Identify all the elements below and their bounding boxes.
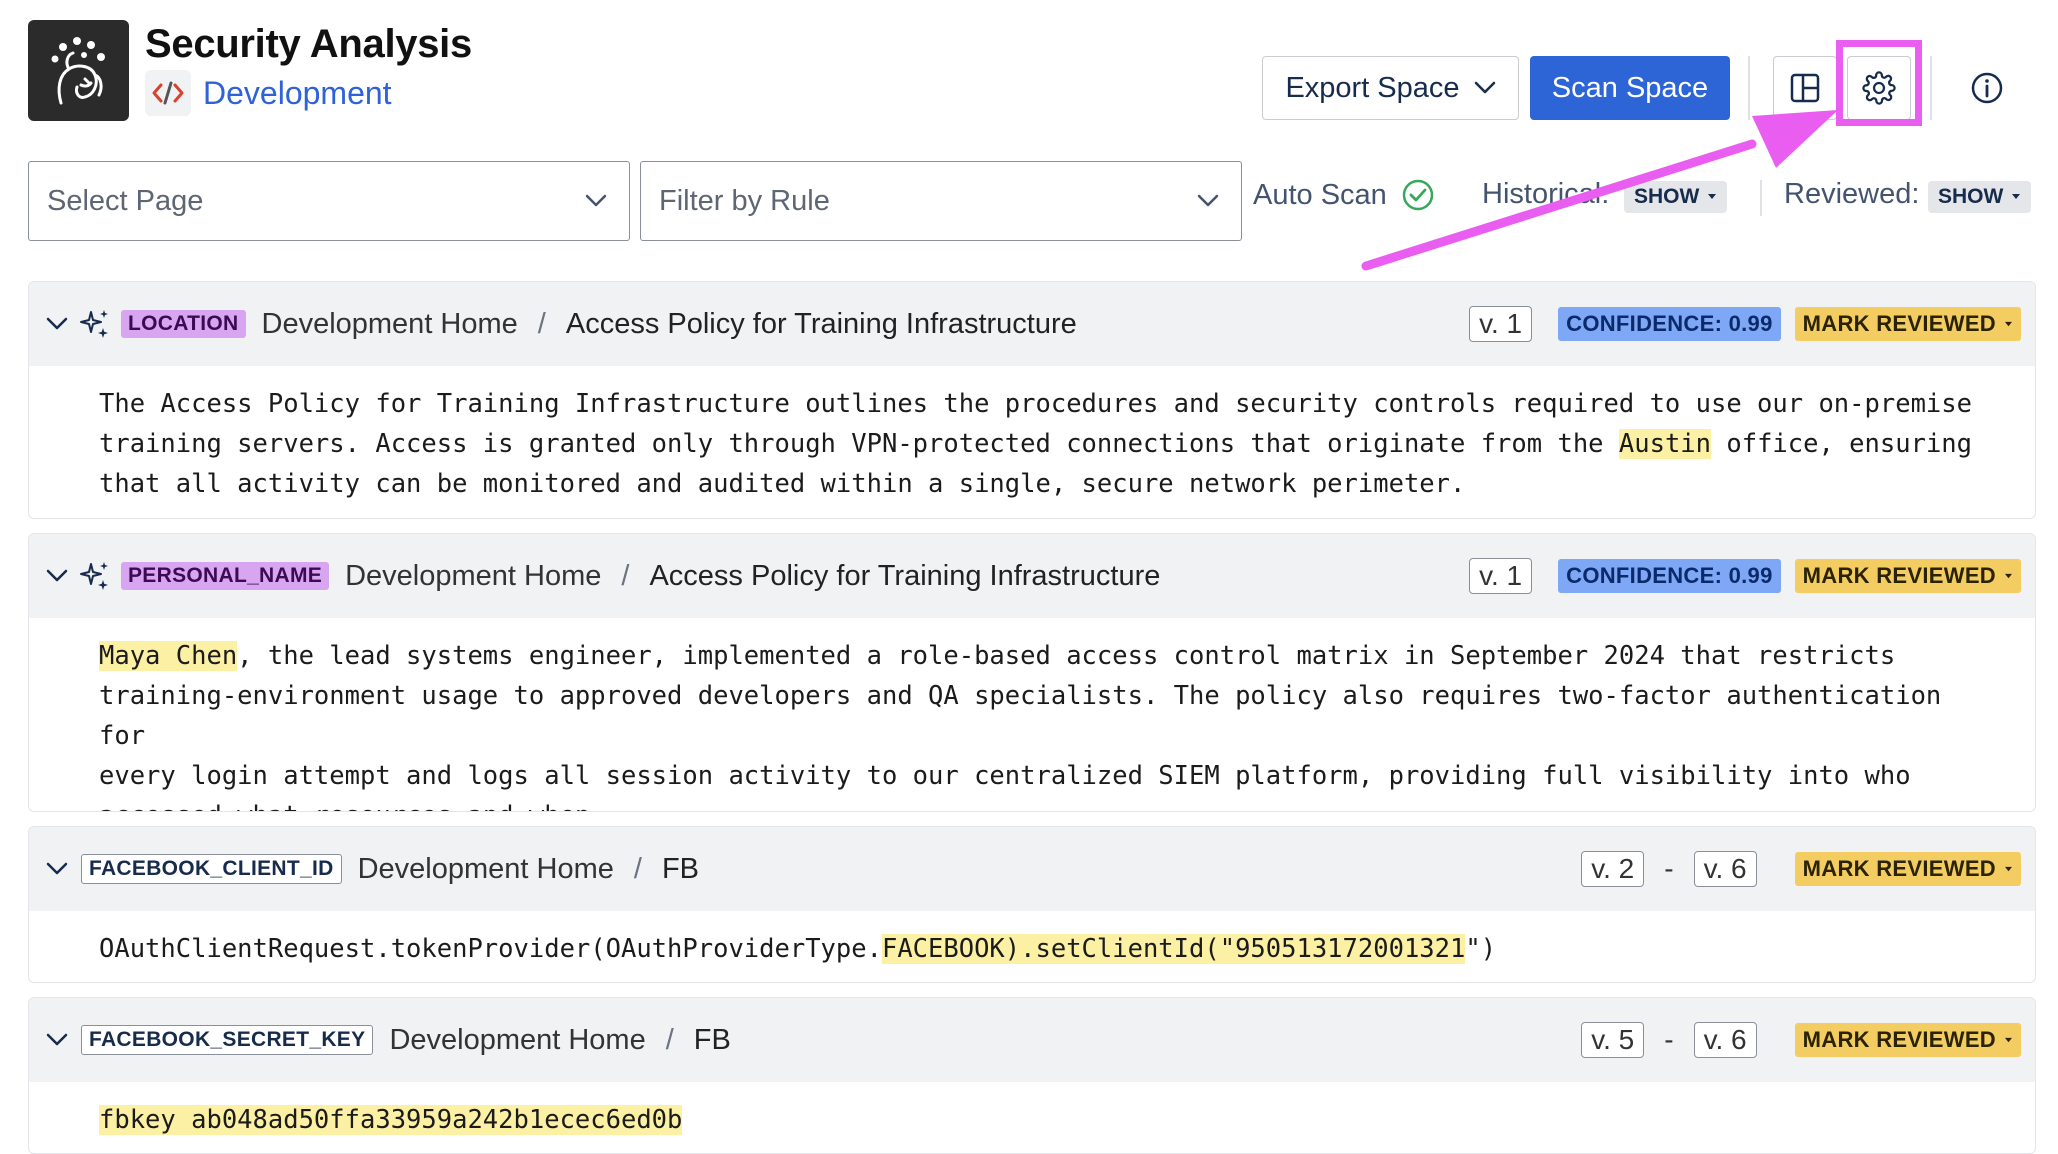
breadcrumb-separator: / bbox=[665, 1023, 674, 1056]
scan-space-button[interactable]: Scan Space bbox=[1530, 56, 1730, 120]
snippet-text: ") bbox=[1465, 934, 1497, 964]
version-badge[interactable]: v. 1 bbox=[1469, 306, 1533, 342]
info-icon bbox=[1971, 72, 2003, 104]
caret-down-icon bbox=[2005, 321, 2012, 326]
finding-header[interactable]: LOCATION Development Home / Access Polic… bbox=[29, 282, 2035, 366]
snippet-text: , the lead systems engineer, implemented… bbox=[99, 641, 1942, 811]
panel-layout-icon bbox=[1790, 73, 1820, 103]
snippet-match: Austin bbox=[1618, 429, 1712, 459]
select-page-placeholder: Select Page bbox=[47, 184, 204, 217]
chevron-down-icon bbox=[1474, 81, 1495, 94]
space-name[interactable]: Development bbox=[203, 75, 392, 112]
filter-by-rule-placeholder: Filter by Rule bbox=[659, 184, 830, 217]
snippet-text: OAuthClientRequest.tokenProvider(OAuthPr… bbox=[99, 934, 882, 964]
breadcrumb-page[interactable]: Access Policy for Training Infrastructur… bbox=[566, 308, 1077, 341]
rule-tag: LOCATION bbox=[121, 310, 246, 338]
historical-label: Historical: bbox=[1482, 178, 1610, 210]
breadcrumb-space[interactable]: Development Home bbox=[389, 1024, 645, 1057]
snippet-match: FACEBOOK).setClientId("950513172001321 bbox=[881, 934, 1466, 964]
version-range-separator: - bbox=[1664, 853, 1674, 884]
breadcrumb-page[interactable]: Access Policy for Training Infrastructur… bbox=[649, 560, 1160, 593]
mark-reviewed-label: MARK REVIEWED bbox=[1802, 563, 1996, 588]
historical-show-value: SHOW bbox=[1634, 185, 1700, 208]
version-range-separator: - bbox=[1664, 1024, 1674, 1055]
caret-down-icon bbox=[2005, 1037, 2012, 1042]
chevron-down-icon[interactable] bbox=[43, 1026, 71, 1054]
breadcrumb-page[interactable]: FB bbox=[694, 1024, 731, 1057]
breadcrumb-space[interactable]: Development Home bbox=[262, 308, 518, 341]
ai-sparkle-icon bbox=[80, 310, 108, 338]
version-to-badge[interactable]: v. 6 bbox=[1693, 851, 1757, 887]
chevron-down-icon bbox=[585, 194, 607, 207]
chevron-down-icon[interactable] bbox=[43, 562, 71, 590]
version-from-badge[interactable]: v. 5 bbox=[1581, 1022, 1645, 1058]
version-badge[interactable]: v. 1 bbox=[1469, 558, 1533, 594]
toolbar-divider bbox=[1748, 56, 1750, 120]
auto-scan-label: Auto Scan bbox=[1253, 178, 1387, 211]
confidence-badge: CONFIDENCE: 0.99 bbox=[1558, 559, 1781, 593]
caret-down-icon bbox=[2005, 573, 2012, 578]
breadcrumb-separator: / bbox=[537, 307, 546, 340]
page-title: Security Analysis bbox=[145, 22, 472, 66]
finding-card: FACEBOOK_SECRET_KEY Development Home / F… bbox=[28, 997, 2036, 1154]
mark-reviewed-button[interactable]: MARK REVIEWED bbox=[1794, 852, 2021, 886]
rule-tag: PERSONAL_NAME bbox=[121, 562, 330, 590]
filter-by-rule-dropdown[interactable]: Filter by Rule bbox=[640, 161, 1242, 241]
finding-snippet: fbkey ab048ad50ffa33959a242b1ecec6ed0b bbox=[29, 1082, 2035, 1153]
rule-tag: FACEBOOK_SECRET_KEY bbox=[81, 1025, 374, 1055]
mark-reviewed-label: MARK REVIEWED bbox=[1802, 311, 1996, 336]
finding-header[interactable]: FACEBOOK_CLIENT_ID Development Home / FB… bbox=[29, 827, 2035, 911]
mark-reviewed-button[interactable]: MARK REVIEWED bbox=[1794, 307, 2021, 341]
snippet-match: fbkey ab048ad50ffa33959a242b1ecec6ed0b bbox=[99, 1105, 683, 1135]
breadcrumb-separator: / bbox=[633, 852, 642, 885]
space-link[interactable]: Development bbox=[145, 70, 392, 116]
select-page-dropdown[interactable]: Select Page bbox=[28, 161, 630, 241]
chevron-down-icon bbox=[1197, 194, 1219, 207]
reviewed-show-toggle[interactable]: SHOW bbox=[1928, 181, 2032, 213]
reviewed-show-value: SHOW bbox=[1938, 185, 2004, 208]
toolbar-divider bbox=[1930, 56, 1932, 120]
breadcrumb-space[interactable]: Development Home bbox=[345, 560, 601, 593]
breadcrumb-separator: / bbox=[621, 559, 630, 592]
caret-down-icon bbox=[2012, 194, 2021, 199]
reviewed-label: Reviewed: bbox=[1784, 178, 1920, 210]
export-space-label: Export Space bbox=[1285, 71, 1460, 104]
finding-snippet: Maya Chen, the lead systems engineer, im… bbox=[29, 618, 2035, 811]
caret-down-icon bbox=[1708, 194, 1717, 199]
finding-snippet: The Access Policy for Training Infrastru… bbox=[29, 366, 2035, 518]
finding-header[interactable]: PERSONAL_NAME Development Home / Access … bbox=[29, 534, 2035, 618]
rule-tag: FACEBOOK_CLIENT_ID bbox=[81, 854, 342, 884]
settings-annotation-highlight bbox=[1836, 40, 1922, 126]
finding-card: FACEBOOK_CLIENT_ID Development Home / FB… bbox=[28, 826, 2036, 983]
version-to-badge[interactable]: v. 6 bbox=[1693, 1022, 1757, 1058]
mark-reviewed-label: MARK REVIEWED bbox=[1802, 856, 1996, 881]
snippet-match: Maya Chen bbox=[99, 641, 238, 671]
finding-header[interactable]: FACEBOOK_SECRET_KEY Development Home / F… bbox=[29, 998, 2035, 1082]
confidence-badge: CONFIDENCE: 0.99 bbox=[1558, 307, 1781, 341]
mark-reviewed-label: MARK REVIEWED bbox=[1802, 1027, 1996, 1052]
historical-show-toggle[interactable]: SHOW bbox=[1624, 181, 1728, 213]
chevron-down-icon[interactable] bbox=[43, 855, 71, 883]
export-space-button[interactable]: Export Space bbox=[1262, 56, 1519, 120]
ai-sparkle-icon bbox=[80, 562, 108, 590]
finding-card: PERSONAL_NAME Development Home / Access … bbox=[28, 533, 2036, 812]
breadcrumb-space[interactable]: Development Home bbox=[358, 853, 614, 886]
version-from-badge[interactable]: v. 2 bbox=[1581, 851, 1645, 887]
info-button[interactable] bbox=[1955, 56, 2019, 120]
finding-snippet: OAuthClientRequest.tokenProvider(OAuthPr… bbox=[29, 911, 2035, 982]
chevron-down-icon[interactable] bbox=[43, 310, 71, 338]
caret-down-icon bbox=[2005, 866, 2012, 871]
auto-scan-toggle[interactable]: Auto Scan bbox=[1253, 178, 1435, 212]
code-icon bbox=[145, 70, 191, 116]
breadcrumb-page[interactable]: FB bbox=[662, 853, 699, 886]
layout-toggle-button[interactable] bbox=[1773, 56, 1837, 120]
finding-card: LOCATION Development Home / Access Polic… bbox=[28, 281, 2036, 519]
filter-divider bbox=[1760, 180, 1762, 216]
check-circle-icon bbox=[1402, 179, 1434, 211]
wise-figure-logo-icon bbox=[51, 36, 105, 104]
mark-reviewed-button[interactable]: MARK REVIEWED bbox=[1794, 1023, 2021, 1057]
app-logo bbox=[28, 20, 129, 121]
mark-reviewed-button[interactable]: MARK REVIEWED bbox=[1794, 559, 2021, 593]
